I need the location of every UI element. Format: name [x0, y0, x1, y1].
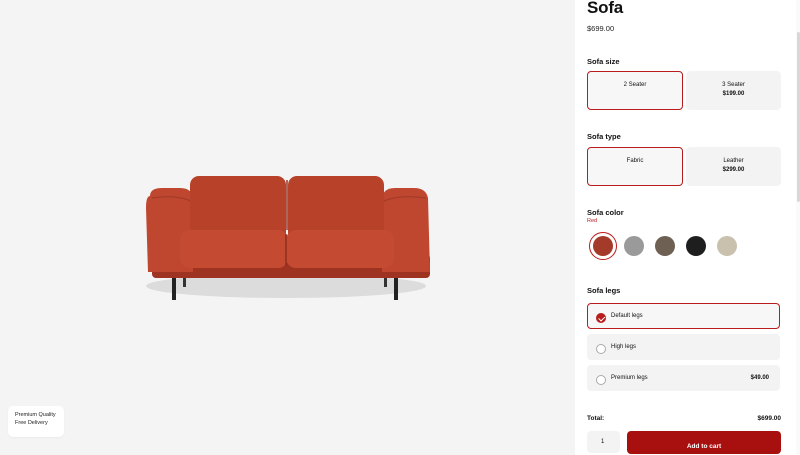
color-swatch-beige[interactable] — [717, 236, 737, 256]
sofa-image — [146, 176, 430, 300]
type-section-label: Sofa type — [587, 132, 621, 141]
legs-option-label: Default legs — [611, 313, 643, 319]
scrollbar[interactable] — [796, 0, 800, 455]
size-section-label: Sofa size — [587, 57, 620, 66]
badge-quality-text: Premium Quality — [15, 412, 56, 418]
legs-option-label: Premium legs — [611, 375, 648, 381]
color-swatch-brown[interactable] — [655, 236, 675, 256]
quantity-input[interactable]: 1 — [587, 431, 620, 453]
radio-checked-icon[interactable] — [596, 313, 606, 323]
option-name: Fabric — [626, 158, 644, 164]
color-swatch-black[interactable] — [686, 236, 706, 256]
option-name: 3 Seater — [722, 82, 745, 88]
badge-delivery-text: Free Delivery — [15, 420, 48, 426]
configurator-panel: Sofa $699.00 Sofa size 2 Seater 3 Seater… — [575, 0, 800, 455]
legs-option-high[interactable]: High legs — [587, 334, 780, 360]
size-option-3-seater[interactable]: 3 Seater $199.00 — [686, 71, 781, 110]
option-name: Leather — [723, 158, 744, 164]
legs-option-label: High legs — [611, 344, 637, 350]
page-title: Sofa — [587, 0, 624, 17]
legs-option-premium[interactable]: Premium legs $49.00 — [587, 365, 780, 391]
total-value: $699.00 — [757, 415, 782, 422]
total-label: Total: — [587, 415, 605, 422]
legs-option-default[interactable]: Default legs — [587, 303, 780, 329]
color-swatch-red[interactable] — [593, 236, 613, 256]
legs-section-label: Sofa legs — [587, 286, 621, 295]
radio-unchecked-icon[interactable] — [596, 375, 606, 385]
selected-color-name: Red — [587, 218, 598, 224]
legs-option-price: $49.00 — [750, 375, 769, 381]
option-price: $299.00 — [722, 167, 745, 173]
color-swatch-grey[interactable] — [624, 236, 644, 256]
option-price: $199.00 — [722, 91, 745, 97]
option-name: 2 Seater — [623, 82, 647, 88]
size-option-2-seater[interactable]: 2 Seater — [587, 71, 683, 110]
feature-badge: Premium Quality Free Delivery — [8, 406, 64, 437]
color-section-label: Sofa color — [587, 208, 624, 217]
type-option-leather[interactable]: Leather $299.00 — [686, 147, 781, 186]
product-price: $699.00 — [587, 24, 615, 33]
product-viewer[interactable]: Premium Quality Free Delivery — [0, 0, 575, 455]
radio-unchecked-icon[interactable] — [596, 344, 606, 354]
type-option-fabric[interactable]: Fabric — [587, 147, 683, 186]
add-to-cart-button[interactable]: Add to cart — [627, 431, 781, 454]
